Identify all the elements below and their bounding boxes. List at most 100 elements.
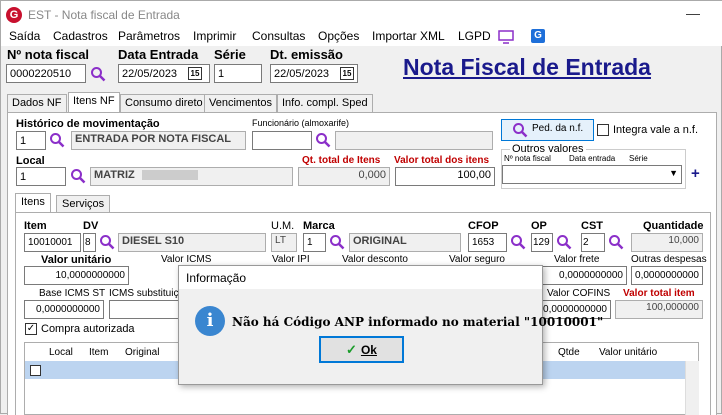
grid-scrollbar[interactable] <box>685 361 699 415</box>
ped-nf-button[interactable]: Ped. da n.f. <box>501 119 594 141</box>
search-cfop-icon[interactable] <box>510 234 526 250</box>
valor-total-item-label: Valor total item <box>623 288 695 299</box>
valor-desconto-label: Valor desconto <box>342 254 408 265</box>
serie-input[interactable] <box>214 64 262 83</box>
add-outros-icon[interactable]: + <box>691 165 700 182</box>
monitor-icon[interactable] <box>498 30 514 44</box>
func-code-input[interactable] <box>252 131 312 150</box>
outras-despesas-label: Outras despesas <box>631 254 707 265</box>
redacted-block <box>141 170 198 181</box>
hist-code-input[interactable] <box>16 131 46 150</box>
item-input[interactable] <box>24 233 81 252</box>
valor-unitario-input[interactable] <box>24 266 129 285</box>
base-icms-st-label: Base ICMS ST <box>39 288 106 299</box>
compra-autorizada-checkbox[interactable]: ✓ <box>25 323 37 335</box>
search-marca-icon[interactable] <box>329 234 345 250</box>
search-func-icon[interactable] <box>315 132 331 148</box>
grid-header-local[interactable]: Local <box>49 347 73 358</box>
grid-header-original[interactable]: Original <box>125 347 159 358</box>
menu-cadastros[interactable]: Cadastros <box>53 29 108 43</box>
item-desc-field: DIESEL S10 <box>118 233 266 252</box>
tab-info-compl-sped[interactable]: Info. compl. Sped <box>277 94 373 112</box>
quantidade-label: Quantidade <box>643 220 704 232</box>
cfop-label: CFOP <box>468 220 499 232</box>
dt-emissao-label: Dt. emissão <box>270 47 343 62</box>
outras-despesas-input[interactable] <box>631 266 703 285</box>
qt-total-label: Qt. total de Itens <box>302 155 381 166</box>
menu-saida[interactable]: Saída <box>9 29 40 43</box>
calendar-emissao-icon[interactable]: 15 <box>340 67 354 80</box>
app-logo-icon: G <box>6 7 22 23</box>
cst-input[interactable] <box>581 233 605 252</box>
grid-header-item[interactable]: Item <box>89 347 108 358</box>
search-cst-icon[interactable] <box>608 234 624 250</box>
local-code-input[interactable] <box>16 167 66 186</box>
search-item-icon[interactable] <box>99 234 115 250</box>
menu-parametros[interactable]: Parâmetros <box>118 29 180 43</box>
main-window: G EST - Nota fiscal de Entrada — Saída C… <box>0 0 722 415</box>
integra-checkbox[interactable] <box>597 124 609 136</box>
chevron-down-icon: ▼ <box>669 168 678 178</box>
dv-input[interactable] <box>83 233 96 252</box>
marca-code-input[interactable] <box>303 233 326 252</box>
serie-label: Série <box>214 47 246 62</box>
item-label: Item <box>24 220 47 232</box>
menu-opcoes[interactable]: Opções <box>318 29 359 43</box>
qt-total-field: 0,000 <box>298 167 390 186</box>
tab-consumo-direto[interactable]: Consumo direto <box>120 94 208 112</box>
search-hist-icon[interactable] <box>49 132 65 148</box>
ok-button[interactable]: ✓ Ok <box>319 336 404 363</box>
dialog-title: Informação <box>179 266 542 289</box>
page-heading: Nota Fiscal de Entrada <box>403 54 651 80</box>
cst-label: CST <box>581 220 603 232</box>
tab-servicos[interactable]: Serviços <box>56 195 111 213</box>
check-icon: ✓ <box>346 342 357 357</box>
icms-substituicao-input[interactable] <box>109 300 179 319</box>
data-entrada-label: Data Entrada <box>118 47 199 62</box>
local-desc-field: MATRIZ <box>90 167 293 186</box>
minimize-button[interactable]: — <box>673 3 713 25</box>
tab-itens[interactable]: Itens <box>15 193 51 213</box>
op-input[interactable] <box>531 233 553 252</box>
tab-dados-nf[interactable]: Dados NF <box>7 94 67 112</box>
valor-seguro-label: Valor seguro <box>449 254 505 265</box>
valor-total-field[interactable]: 100,00 <box>395 167 495 186</box>
tab-itens-nf[interactable]: Itens NF <box>68 92 120 112</box>
menu-lgpd[interactable]: LGPD <box>458 29 491 43</box>
grid-header-valor-unitario[interactable]: Valor unitário <box>599 347 657 358</box>
valor-frete-input[interactable] <box>531 266 627 285</box>
info-icon: i <box>195 306 225 336</box>
marca-label: Marca <box>303 220 335 232</box>
menu-consultas[interactable]: Consultas <box>252 29 305 43</box>
local-label: Local <box>16 155 45 167</box>
um-field: LT <box>271 233 297 252</box>
valor-cofins-label: Valor COFINS <box>547 288 611 299</box>
tab-vencimentos[interactable]: Vencimentos <box>204 94 277 112</box>
search-op-icon[interactable] <box>556 234 572 250</box>
op-label: OP <box>531 220 547 232</box>
window-title: EST - Nota fiscal de Entrada <box>28 8 180 22</box>
quantidade-field: 10,000 <box>631 233 703 252</box>
cfop-input[interactable] <box>468 233 507 252</box>
calendar-entrada-icon[interactable]: 15 <box>188 67 202 80</box>
func-desc-field <box>335 131 493 150</box>
func-label: Funcionário (almoxarife) <box>252 118 350 128</box>
outros-nota-label: Nº nota fiscal <box>504 154 551 163</box>
ped-search-icon <box>513 123 528 138</box>
menu-importar-xml[interactable]: Importar XML <box>372 29 445 43</box>
marca-desc-field: ORIGINAL <box>349 233 461 252</box>
outros-valores-select[interactable]: ▼ <box>502 165 682 184</box>
menu-bar: Saída Cadastros Parâmetros Imprimir Cons… <box>1 28 722 46</box>
g-app-icon[interactable]: G <box>531 29 545 43</box>
search-nota-icon[interactable] <box>90 66 106 82</box>
menu-imprimir[interactable]: Imprimir <box>193 29 236 43</box>
local-desc-text: MATRIZ <box>94 169 135 181</box>
grid-header-qtde[interactable]: Qtde <box>558 347 580 358</box>
base-icms-st-input[interactable] <box>24 300 104 319</box>
row-checkbox[interactable] <box>30 365 41 376</box>
search-local-icon[interactable] <box>70 168 86 184</box>
nota-input[interactable] <box>6 64 86 83</box>
hist-desc-field: ENTRADA POR NOTA FISCAL <box>71 131 246 150</box>
valor-icms-label: Valor ICMS <box>161 254 212 265</box>
valor-total-item-field: 100,000000 <box>615 300 703 319</box>
